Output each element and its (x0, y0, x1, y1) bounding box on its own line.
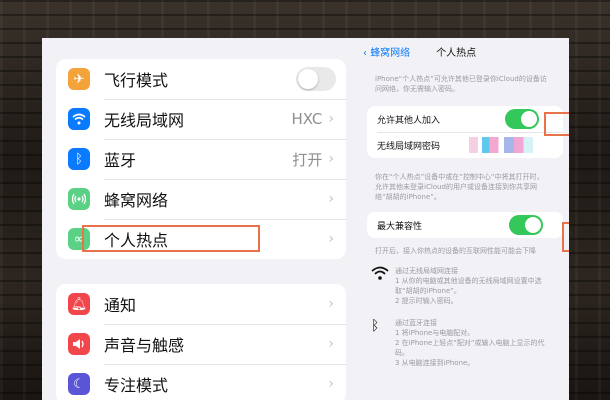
chevron-right-icon: › (328, 376, 334, 392)
settings-item-label: 专注模式 (104, 376, 169, 395)
settings-item-cellular[interactable]: 蜂窝网络 › (56, 179, 346, 219)
settings-item-label: 声音与触感 (104, 336, 185, 355)
intro-text: iPhone“个人热点”可允许其他已登录你iCloud的设备访问网络，你无需输入… (375, 75, 547, 93)
wifi-icon (371, 266, 395, 306)
wifi-step: 1 从你的电脑或其他设备的无线局域网设置中选取“胡胡的iPhone”。 (395, 277, 542, 295)
settings-item-notifications[interactable]: 🔔︎ 通知 › (56, 284, 346, 324)
allow-others-label: 允许其他人加入 (377, 115, 441, 126)
ipad-screen: ✈ 飞行模式 无线局域网 HXC › ᛒ 蓝牙 打开 › 蜂窝网络 › ∞ 个人… (42, 38, 569, 400)
antenna-icon (68, 188, 90, 210)
back-label: 蜂窝网络 (370, 47, 411, 59)
back-button[interactable]: ‹ 蜂窝网络 (363, 44, 410, 59)
wifi-password-label: 无线局域网密码 (377, 141, 441, 152)
settings-sidebar: ✈ 飞行模式 无线局域网 HXC › ᛒ 蓝牙 打开 › 蜂窝网络 › ∞ 个人… (42, 38, 357, 400)
max-compat-row: 最大兼容性 (367, 212, 563, 238)
compat-toggle-highlight-box (562, 222, 569, 252)
chevron-right-icon: › (328, 231, 334, 247)
wifi-value: HXC (291, 110, 323, 128)
chevron-right-icon: › (328, 336, 334, 352)
bell-icon: 🔔︎ (68, 293, 90, 315)
bt-steps-title: 通过蓝牙连接 (395, 319, 437, 327)
max-compat-label: 最大兼容性 (377, 221, 423, 232)
allow-toggle-highlight-box (544, 112, 569, 136)
bt-step: 3 从电脑连接到iPhone。 (395, 359, 475, 367)
chevron-right-icon: › (328, 111, 334, 127)
max-compat-toggle[interactable] (509, 215, 543, 235)
wifi-password-row[interactable]: 无线局域网密码 (367, 132, 563, 158)
settings-item-label: 飞行模式 (104, 71, 169, 90)
password-blurred (469, 137, 533, 153)
bluetooth-connect-steps: ᛒ 通过蓝牙连接 1 将iPhone与电脑配对。 2 在iPhone上轻点“配对… (371, 318, 569, 368)
settings-item-wifi[interactable]: 无线局域网 HXC › (56, 99, 346, 139)
hotspot-description: 你在“个人热点”设备中或在“控制中心”中将其打开时，允许其他未登录iCloud的… (375, 173, 544, 201)
speaker-icon (68, 333, 90, 355)
bt-step: 1 将iPhone与电脑配对。 (395, 329, 475, 337)
allow-others-toggle[interactable] (505, 109, 539, 129)
settings-item-bluetooth[interactable]: ᛒ 蓝牙 打开 › (56, 139, 346, 179)
wifi-connect-steps: 通过无线局域网连接 1 从你的电脑或其他设备的无线局域网设置中选取“胡胡的iPh… (371, 266, 569, 306)
settings-item-label: 蜂窝网络 (104, 191, 169, 210)
settings-item-airplane[interactable]: ✈ 飞行模式 (56, 59, 346, 99)
bluetooth-value: 打开 (292, 150, 323, 169)
settings-item-sounds[interactable]: 声音与触感 › (56, 324, 346, 364)
bluetooth-icon: ᛒ (68, 148, 90, 170)
allow-others-row: 允许其他人加入 (367, 106, 563, 132)
wifi-step: 2 提示时输入密码。 (395, 297, 458, 305)
settings-item-label: 无线局域网 (104, 111, 185, 130)
page-title: 个人热点 (436, 47, 477, 59)
airplane-toggle[interactable] (296, 67, 336, 91)
bluetooth-icon: ᛒ (371, 318, 380, 334)
wifi-icon (68, 108, 90, 130)
hotspot-detail-panel: ‹ 蜂窝网络 个人热点 iPhone“个人热点”可允许其他已登录你iCloud的… (357, 38, 569, 400)
chevron-right-icon: › (328, 151, 334, 167)
hotspot-settings-card: 允许其他人加入 无线局域网密码 (367, 106, 563, 158)
chevron-right-icon: › (328, 191, 334, 207)
nav-bar: ‹ 蜂窝网络 个人热点 (357, 38, 569, 64)
hotspot-highlight-box (82, 225, 260, 252)
moon-icon: ☾ (68, 373, 90, 395)
settings-item-label: 蓝牙 (104, 151, 137, 170)
compat-description: 打开后，接入你热点的设备的互联网性能可能会下降 (375, 247, 536, 255)
settings-item-label: 通知 (104, 296, 137, 315)
airplane-icon: ✈ (68, 68, 90, 90)
settings-item-focus[interactable]: ☾ 专注模式 › (56, 364, 346, 400)
chevron-right-icon: › (328, 296, 334, 312)
settings-group-notifications: 🔔︎ 通知 › 声音与触感 › ☾ 专注模式 › (56, 284, 346, 400)
bt-step: 2 在iPhone上轻点“配对”或输入电脑上显示的代码。 (395, 339, 545, 357)
compat-card: 最大兼容性 (367, 212, 563, 238)
wifi-steps-title: 通过无线局域网连接 (395, 267, 458, 275)
